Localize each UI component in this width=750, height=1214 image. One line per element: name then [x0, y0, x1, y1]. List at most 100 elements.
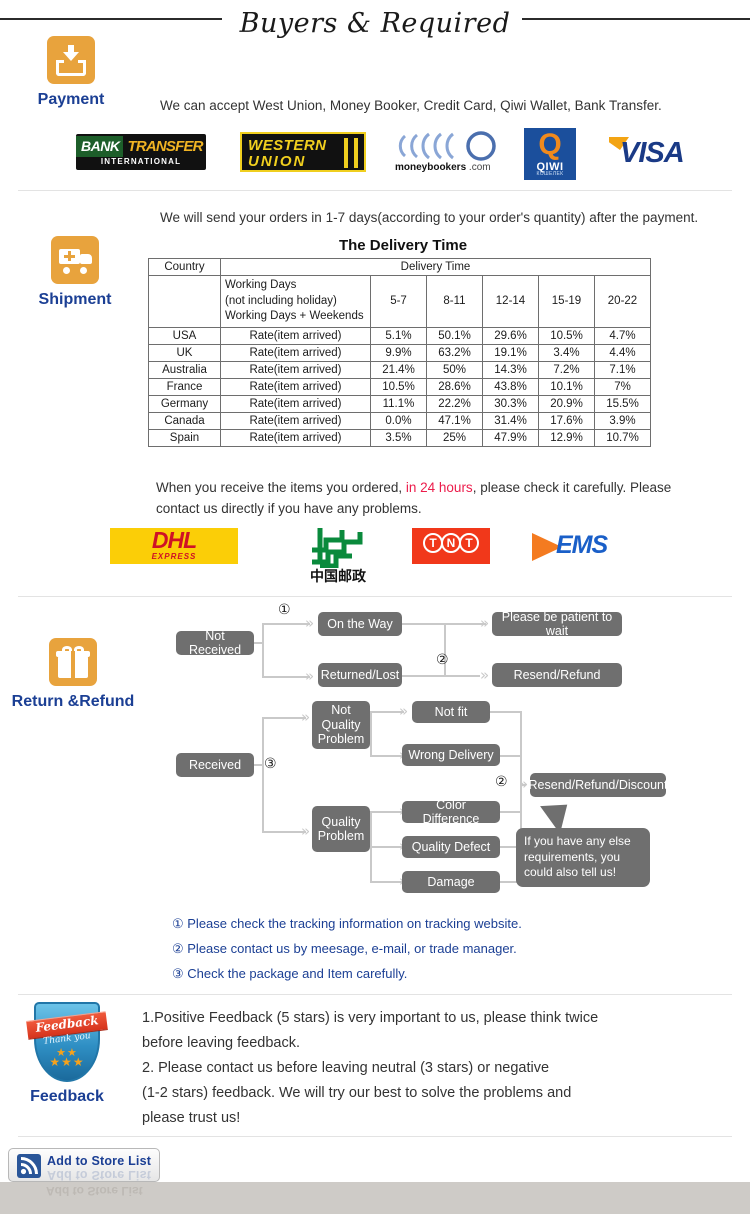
flow-node-resend-refund: Resend/Refund: [492, 663, 622, 687]
table-row: USA Rate(item arrived) 5.1% 50.1% 29.6% …: [148, 326, 651, 345]
flow-arrow-icon: »: [305, 667, 315, 685]
bank-transfer-word-transfer: TRANSFER: [123, 136, 206, 157]
cell-value: 10.5%: [538, 326, 595, 345]
cell-value: 25%: [426, 428, 483, 447]
payment-logo-row: BANK TRANSFER INTERNATIONAL WESTERN UNIO…: [0, 128, 750, 180]
flow-arrow-icon: »: [519, 775, 529, 793]
dhl-logo: DHL EXPRESS: [110, 528, 238, 564]
flow-line: [444, 623, 446, 677]
delivery-time-table: Country Delivery Time Working Days (not …: [148, 258, 651, 447]
product-policy-page: Buyers & Required Payment We can accept …: [0, 0, 750, 1214]
notice-part-1: When you receive the items you ordered,: [156, 480, 406, 495]
ems-logo: EMS: [532, 530, 636, 564]
flow-arrow-icon: »: [480, 614, 490, 632]
cell-value: 43.8%: [482, 377, 539, 396]
add-to-store-list-reflection: Add to Store List: [47, 1168, 152, 1182]
flow-node-damage: Damage: [402, 871, 500, 893]
th-wd-line1: Working Days: [225, 279, 297, 291]
flow-node-quality-problem: Quality Problem: [312, 806, 370, 852]
divider-feedback-footer: [18, 1136, 732, 1137]
cell-rate-label: Rate(item arrived): [220, 411, 371, 430]
divider-returns-feedback: [18, 994, 732, 995]
table-row: France Rate(item arrived) 10.5% 28.6% 43…: [148, 377, 651, 396]
cell-country: Canada: [148, 411, 221, 430]
qiwi-subtitle: КОШЕЛЕК: [536, 171, 564, 177]
flow-line: [254, 642, 264, 644]
western-union-line1: WESTERN: [248, 137, 327, 154]
cell-value: 47.9%: [482, 428, 539, 447]
cell-value: 63.2%: [426, 343, 483, 362]
flow-marker-two: ②: [436, 652, 449, 668]
cell-value: 47.1%: [426, 411, 483, 430]
section-label-shipment: Shipment: [38, 291, 112, 308]
moneybookers-logo: moneybookers .com: [395, 130, 513, 176]
cell-rate-label: Rate(item arrived): [220, 394, 371, 413]
delivery-truck-icon: [51, 236, 99, 284]
flow-marker-two-lower: ②: [495, 774, 508, 790]
cell-value: 4.7%: [594, 326, 651, 345]
dhl-subtitle: EXPRESS: [151, 552, 197, 561]
flow-line: [402, 675, 480, 677]
cell-value: 22.2%: [426, 394, 483, 413]
table-row: Germany Rate(item arrived) 11.1% 22.2% 3…: [148, 394, 651, 413]
qiwi-logo: Q QIWI КОШЕЛЕК: [524, 128, 576, 180]
th-delivery-time: Delivery Time: [220, 258, 651, 276]
flow-line: [262, 676, 310, 678]
cell-value: 11.1%: [370, 394, 427, 413]
flow-node-wrong-delivery: Wrong Delivery: [402, 744, 500, 766]
th-range-0: 5-7: [370, 275, 427, 328]
moneybookers-waves-icon: [398, 131, 496, 161]
section-payment-icon-block: Payment: [6, 36, 136, 109]
cell-value: 0.0%: [370, 411, 427, 430]
table-row: UK Rate(item arrived) 9.9% 63.2% 19.1% 3…: [148, 343, 651, 362]
cell-value: 21.4%: [370, 360, 427, 379]
flow-node-quality-defect: Quality Defect: [402, 836, 500, 858]
cell-value: 10.1%: [538, 377, 595, 396]
flow-line: [254, 764, 264, 766]
payment-methods-text: We can accept West Union, Money Booker, …: [160, 98, 662, 113]
cell-value: 31.4%: [482, 411, 539, 430]
add-to-store-list-button[interactable]: Add to Store List Add to Store List: [8, 1148, 160, 1182]
return-note-3: ③ Check the package and Item carefully.: [172, 966, 408, 981]
cell-value: 30.3%: [482, 394, 539, 413]
table-row: Canada Rate(item arrived) 0.0% 47.1% 31.…: [148, 411, 651, 430]
flow-line: [262, 831, 306, 833]
bank-transfer-subtitle: INTERNATIONAL: [100, 157, 182, 166]
tnt-letter: T: [423, 533, 443, 553]
table-header-row-2: Working Days (not including holiday) Wor…: [148, 275, 651, 328]
cell-value: 15.5%: [594, 394, 651, 413]
cell-value: 10.7%: [594, 428, 651, 447]
bank-transfer-logo: BANK TRANSFER INTERNATIONAL: [76, 134, 206, 170]
flow-arrow-icon: »: [305, 614, 315, 632]
cell-value: 7.1%: [594, 360, 651, 379]
flow-marker-three: ③: [264, 756, 277, 772]
flow-arrow-icon: »: [480, 666, 490, 684]
cell-value: 9.9%: [370, 343, 427, 362]
section-shipment-icon-block: Shipment: [10, 236, 140, 309]
western-union-logo: WESTERN UNION: [240, 132, 366, 172]
shipment-intro-text: We will send your orders in 1-7 days(acc…: [160, 210, 699, 225]
divider-payment-shipment: [18, 190, 732, 191]
cell-country: UK: [148, 343, 221, 362]
flow-arrow-icon: »: [399, 702, 409, 720]
flow-node-color-difference: Color Difference: [402, 798, 500, 826]
tnt-logo: TNT: [412, 528, 490, 564]
visa-logo: VISA: [608, 135, 700, 171]
quality-line2: Problem: [317, 829, 365, 843]
not-quality-line2: Quality: [321, 717, 361, 732]
cell-country: Germany: [148, 394, 221, 413]
flow-node-not-quality-problem: Not Quality Problem: [312, 701, 370, 749]
flow-line: [262, 623, 310, 625]
cell-rate-label: Rate(item arrived): [220, 428, 371, 447]
notice-part-2: , please check it carefully. Please: [472, 480, 672, 495]
western-union-line2: UNION: [248, 153, 307, 170]
flow-node-please-wait: Please be patient to wait: [492, 610, 622, 638]
cell-value: 4.4%: [594, 343, 651, 362]
bank-transfer-word-bank: BANK: [76, 136, 124, 157]
flow-line: [402, 623, 446, 625]
cell-value: 7.2%: [538, 360, 595, 379]
flow-line: [262, 718, 264, 833]
cell-value: 5.1%: [370, 326, 427, 345]
divider-shipment-returns: [18, 596, 732, 597]
not-quality-line1: Not: [331, 703, 351, 718]
